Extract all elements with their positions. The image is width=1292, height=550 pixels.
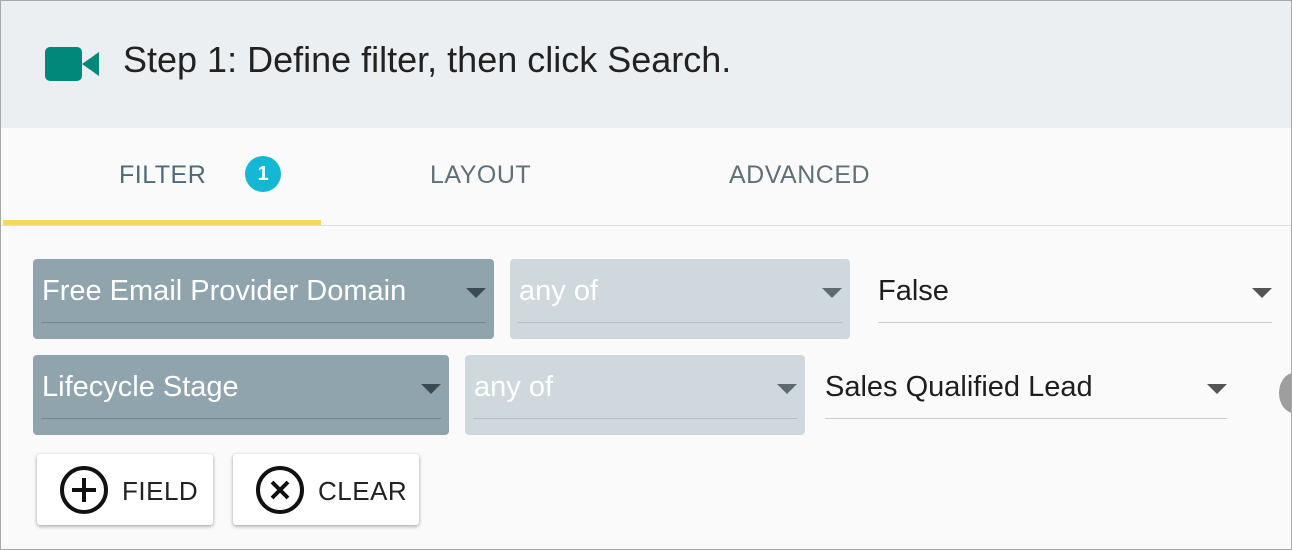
step-header: Step 1: Define filter, then click Search… [1, 1, 1291, 128]
dropdown-arrow-icon [777, 384, 797, 394]
tab-filter[interactable]: FILTER [119, 161, 206, 190]
add-field-label: FIELD [122, 476, 199, 506]
dropdown-arrow-icon [822, 288, 842, 298]
field-select[interactable]: Free Email Provider Domain [33, 259, 494, 339]
dropdown-arrow-icon [466, 288, 486, 298]
value-select[interactable]: False [878, 259, 1272, 339]
operator-select[interactable]: any of [510, 259, 850, 339]
value-select[interactable]: Sales Qualified Lead [825, 355, 1227, 435]
clear-label: CLEAR [318, 476, 408, 506]
add-field-button[interactable]: FIELD [37, 454, 213, 525]
value-select-value: False [878, 275, 949, 307]
tab-advanced[interactable]: ADVANCED [729, 161, 870, 190]
select-underline [473, 418, 797, 419]
clear-button[interactable]: CLEAR [233, 454, 419, 525]
videocam-icon [45, 47, 99, 81]
select-underline [41, 418, 441, 419]
field-select-value: Free Email Provider Domain [42, 275, 407, 307]
remove-filter-button[interactable] [1279, 373, 1291, 413]
cancel-circle-icon [256, 466, 304, 514]
value-select-value: Sales Qualified Lead [825, 371, 1093, 403]
filter-count-badge: 1 [245, 156, 281, 192]
select-underline [825, 418, 1227, 419]
step-title: Step 1: Define filter, then click Search… [123, 39, 732, 80]
tab-layout[interactable]: LAYOUT [430, 161, 531, 190]
dropdown-arrow-icon [1252, 288, 1272, 298]
select-underline [41, 322, 486, 323]
operator-select-value: any of [519, 275, 598, 307]
field-select[interactable]: Lifecycle Stage [33, 355, 449, 435]
operator-select[interactable]: any of [465, 355, 805, 435]
add-circle-icon [60, 466, 108, 514]
field-select-value: Lifecycle Stage [42, 371, 239, 403]
tab-bar: FILTER 1 LAYOUT ADVANCED [1, 128, 1291, 226]
active-tab-indicator [3, 220, 321, 225]
select-underline [878, 322, 1272, 323]
operator-select-value: any of [474, 371, 553, 403]
search-panel: Step 1: Define filter, then click Search… [0, 0, 1292, 550]
dropdown-arrow-icon [1207, 384, 1227, 394]
select-underline [518, 322, 842, 323]
dropdown-arrow-icon [421, 384, 441, 394]
